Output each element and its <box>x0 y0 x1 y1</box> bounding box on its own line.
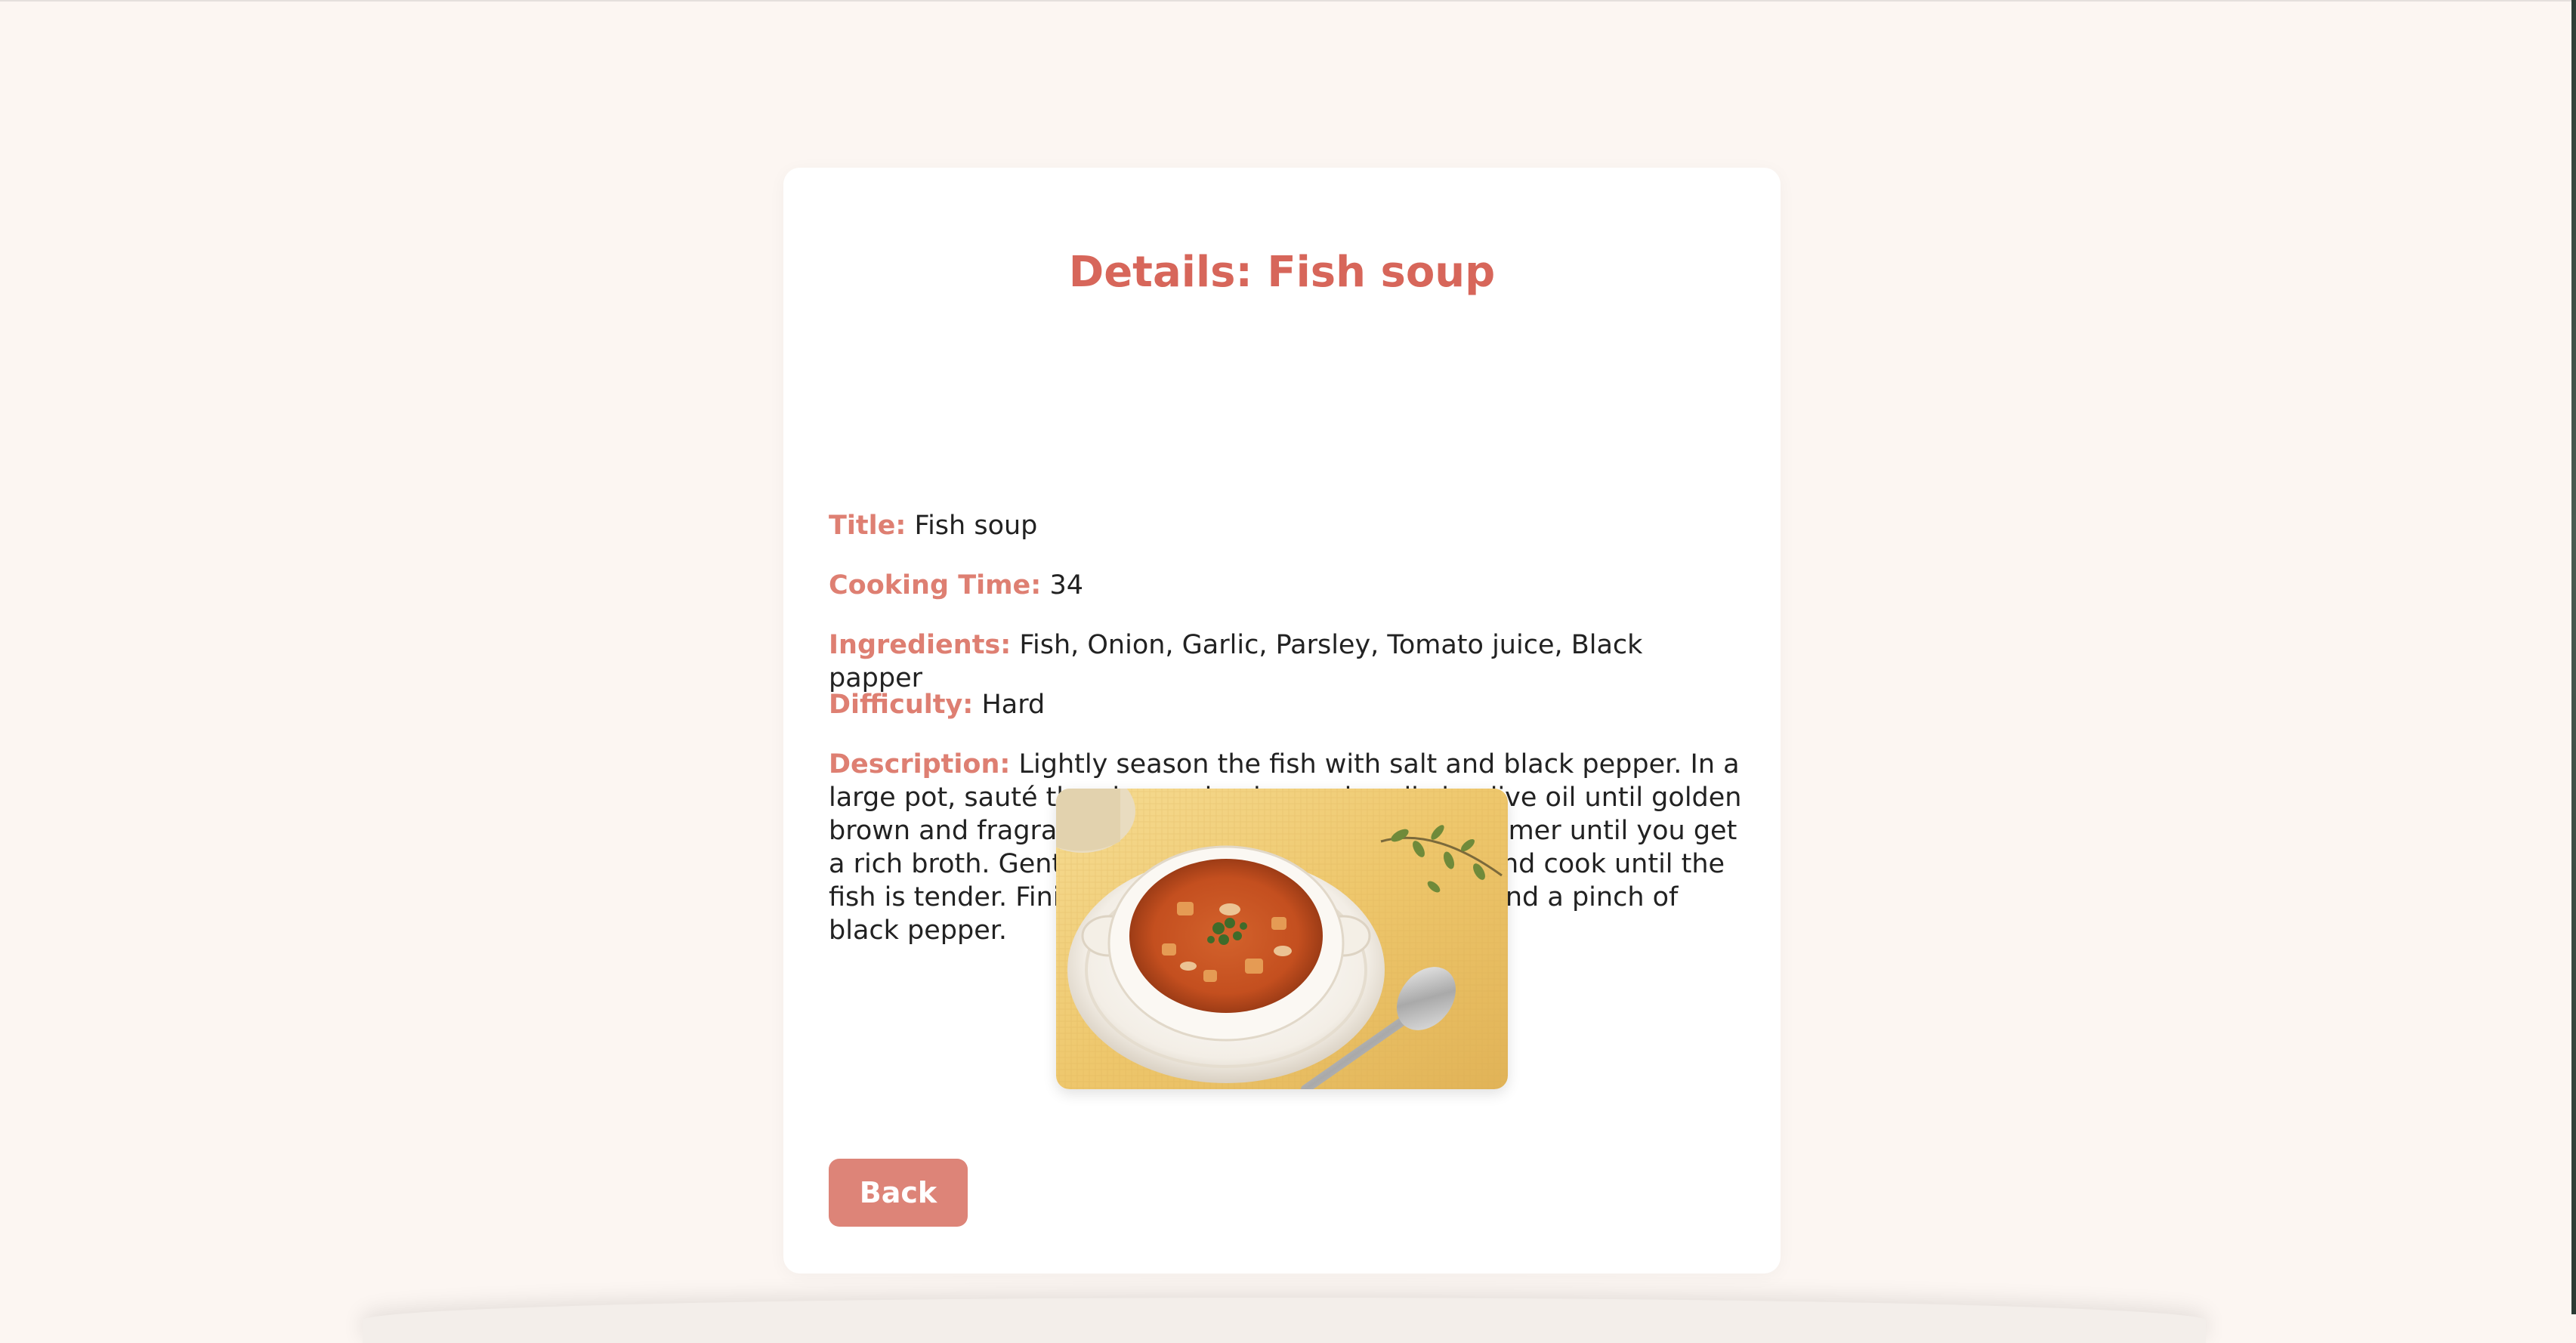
field-label: Difficulty: <box>829 690 974 720</box>
window-edge <box>2571 0 2576 1314</box>
field-label: Description: <box>829 749 1011 780</box>
field-label: Cooking Time: <box>829 570 1042 600</box>
field-label: Ingredients: <box>829 630 1012 660</box>
page-title: Details: Fish soup <box>1068 248 1496 297</box>
recipe-details-card: Details: Fish soup Title: Fish soup Cook… <box>783 168 1781 1274</box>
recipe-photo <box>1056 789 1508 1089</box>
field-value: Hard <box>981 690 1046 720</box>
field-ingredients: Ingredients: Fish, Onion, Garlic, Parsle… <box>829 628 1743 695</box>
bottom-shadow <box>363 1298 2206 1343</box>
top-divider <box>0 0 2576 2</box>
field-difficulty: Difficulty: Hard <box>829 688 1743 721</box>
field-title: Title: Fish soup <box>829 509 1743 542</box>
field-cooking-time: Cooking Time: 34 <box>829 569 1743 602</box>
field-label: Title: <box>829 511 907 541</box>
back-button[interactable]: Back <box>829 1159 968 1227</box>
field-value: Fish soup <box>914 511 1038 541</box>
field-value: 34 <box>1049 570 1083 600</box>
